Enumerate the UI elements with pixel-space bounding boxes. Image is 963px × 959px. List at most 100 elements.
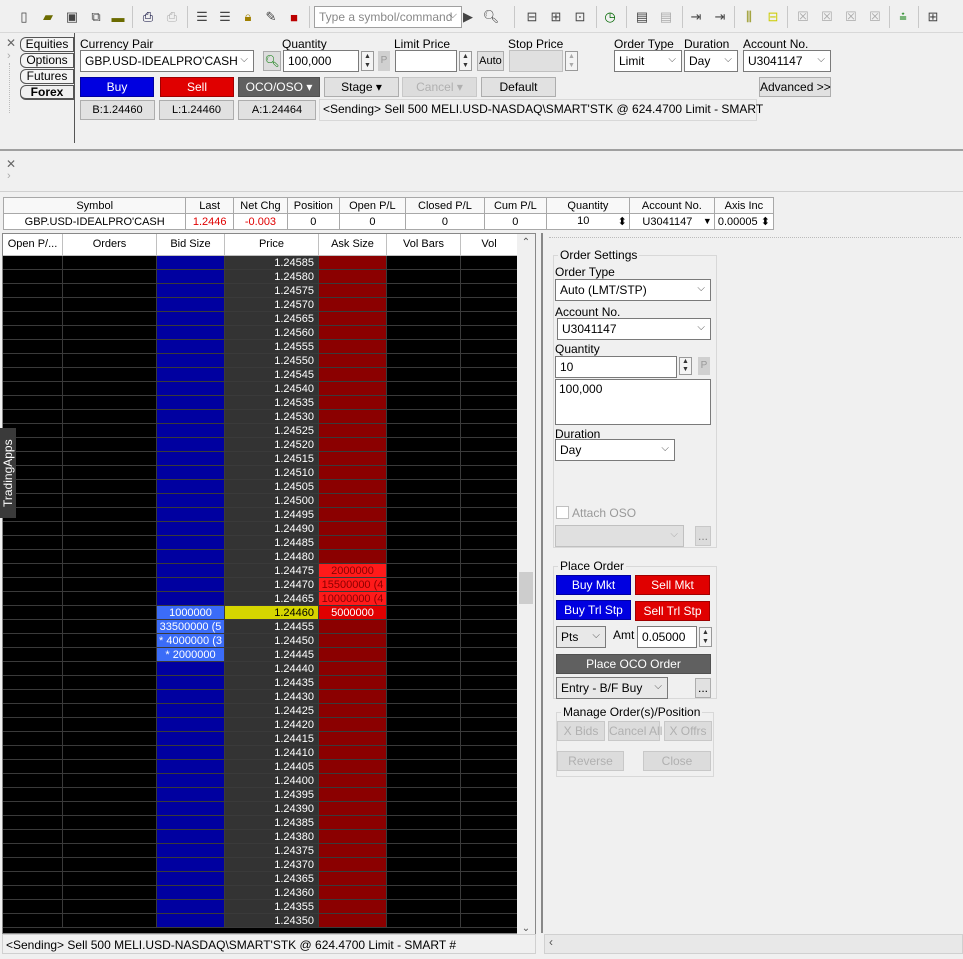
ladder-row[interactable]: 1.24580	[3, 270, 518, 284]
ladder-row[interactable]: 1.24395	[3, 788, 518, 802]
bid-size-cell[interactable]	[157, 662, 225, 676]
vertical-scrollbar[interactable]: ⌃ ⌄	[517, 234, 535, 934]
ladder-row[interactable]: 1.24380	[3, 830, 518, 844]
entry-select[interactable]: Entry - B/F Buy ⌵	[556, 677, 668, 699]
bid-size-cell[interactable]	[157, 900, 225, 914]
ask-size-cell[interactable]	[319, 550, 387, 564]
ask-size-cell[interactable]	[319, 284, 387, 298]
duration-select[interactable]: Day ⌵	[684, 50, 738, 72]
orders-cell[interactable]	[63, 550, 157, 564]
ask-size-cell[interactable]: 10000000 (4	[319, 592, 387, 606]
color-cubes-icon[interactable]: ■	[284, 7, 304, 27]
last-price-button[interactable]: L:1.24460	[159, 100, 234, 120]
ladder-row[interactable]: 1.24540	[3, 382, 518, 396]
ask-size-cell[interactable]	[319, 774, 387, 788]
ask-size-cell[interactable]	[319, 760, 387, 774]
col-last[interactable]: Last	[185, 197, 235, 214]
ask-size-cell[interactable]	[319, 746, 387, 760]
ladder-row[interactable]: 1.24420	[3, 718, 518, 732]
col-open-pl[interactable]: Open P/...	[3, 234, 63, 256]
bid-size-cell[interactable]	[157, 452, 225, 466]
ask-size-cell[interactable]	[319, 536, 387, 550]
ask-size-cell[interactable]	[319, 480, 387, 494]
ask-size-cell[interactable]: 5000000	[319, 606, 387, 620]
orders-cell[interactable]	[63, 900, 157, 914]
orders-cell[interactable]	[63, 284, 157, 298]
orders-cell[interactable]	[63, 522, 157, 536]
quantity-input[interactable]: 10	[555, 356, 677, 378]
bid-size-cell[interactable]	[157, 270, 225, 284]
bid-size-cell[interactable]	[157, 508, 225, 522]
ask-size-cell[interactable]	[319, 830, 387, 844]
ask-size-cell[interactable]	[319, 466, 387, 480]
tab-equities[interactable]: Equities	[20, 37, 74, 52]
scroll-left-icon[interactable]: ‹	[545, 935, 553, 949]
orders-cell[interactable]	[63, 788, 157, 802]
ask-size-cell[interactable]	[319, 410, 387, 424]
axis-inc-cell[interactable]: 0.00005 ⬍	[713, 213, 775, 230]
ask-price-button[interactable]: A:1.24464	[238, 100, 316, 120]
ladder-row[interactable]: 1.24520	[3, 438, 518, 452]
bid-size-cell[interactable]	[157, 494, 225, 508]
bid-size-cell[interactable]	[157, 816, 225, 830]
orders-cell[interactable]	[63, 326, 157, 340]
orders-cell[interactable]	[63, 452, 157, 466]
bid-size-cell[interactable]	[157, 438, 225, 452]
ladder-row[interactable]: 1.24465 10000000 (4	[3, 592, 518, 606]
ladder-row[interactable]: 1.24560	[3, 326, 518, 340]
ladder-row[interactable]: 1.24375	[3, 844, 518, 858]
quantity-note[interactable]: 100,000	[555, 379, 711, 425]
chevron-down-icon[interactable]: ⌵	[449, 9, 457, 22]
orders-cell[interactable]	[63, 592, 157, 606]
ladder-row[interactable]: 1.24515	[3, 452, 518, 466]
export-a-icon[interactable]: ⊟	[522, 7, 542, 27]
orders-cell[interactable]	[63, 536, 157, 550]
ask-size-cell[interactable]	[319, 802, 387, 816]
bid-size-cell[interactable]	[157, 550, 225, 564]
ask-size-cell[interactable]: 15500000 (4	[319, 578, 387, 592]
orders-cell[interactable]	[63, 270, 157, 284]
ladder-row[interactable]: 1.24435	[3, 676, 518, 690]
col-orders[interactable]: Orders	[63, 234, 157, 256]
orders-cell[interactable]	[63, 830, 157, 844]
orders-cell[interactable]	[63, 648, 157, 662]
col-vol-bars[interactable]: Vol Bars	[387, 234, 461, 256]
ladder-row[interactable]: 1.24410	[3, 746, 518, 760]
account-select[interactable]: U3041147 ⌵	[743, 50, 831, 72]
ladder-row[interactable]: 1.24530	[3, 410, 518, 424]
ask-size-cell[interactable]	[319, 676, 387, 690]
column-insert-icon[interactable]: ⫼	[739, 7, 759, 27]
bid-size-cell[interactable]	[157, 858, 225, 872]
bid-size-cell[interactable]	[157, 802, 225, 816]
stepper-icon[interactable]: ⬍	[761, 216, 770, 228]
ladder-row[interactable]: 1.24440	[3, 662, 518, 676]
ask-size-cell[interactable]	[319, 914, 387, 928]
ask-size-cell[interactable]	[319, 858, 387, 872]
ask-size-cell[interactable]	[319, 732, 387, 746]
orders-cell[interactable]	[63, 872, 157, 886]
ladder-row[interactable]: 1.24545	[3, 368, 518, 382]
bid-size-cell[interactable]: * 2000000	[157, 648, 225, 662]
orders-cell[interactable]	[63, 410, 157, 424]
ladder-row[interactable]: 1.24500	[3, 494, 518, 508]
ladder-row[interactable]: 1.24495	[3, 508, 518, 522]
orders-cell[interactable]	[63, 662, 157, 676]
col-quantity[interactable]: Quantity	[545, 197, 630, 214]
ask-size-cell[interactable]	[319, 256, 387, 270]
col-axis-inc[interactable]: Axis Inc	[713, 197, 775, 214]
ladder-row[interactable]: 1000000 1.24460 5000000	[3, 606, 518, 620]
bid-size-cell[interactable]	[157, 788, 225, 802]
orders-cell[interactable]	[63, 466, 157, 480]
bid-size-cell[interactable]	[157, 382, 225, 396]
advanced-button[interactable]: Advanced >>	[759, 77, 831, 97]
buy-mkt-button[interactable]: Buy Mkt	[556, 575, 631, 595]
ask-size-cell[interactable]: 2000000	[319, 564, 387, 578]
tab-futures[interactable]: Futures	[20, 69, 74, 84]
buy-button[interactable]: Buy	[80, 77, 154, 97]
ladder-row[interactable]: 1.24480	[3, 550, 518, 564]
ladder-row[interactable]: * 2000000 1.24445	[3, 648, 518, 662]
ask-size-cell[interactable]	[319, 326, 387, 340]
orders-cell[interactable]	[63, 606, 157, 620]
col-cum-pl[interactable]: Cum P/L	[483, 197, 547, 214]
scroll-down-icon[interactable]: ⌄	[517, 923, 535, 934]
